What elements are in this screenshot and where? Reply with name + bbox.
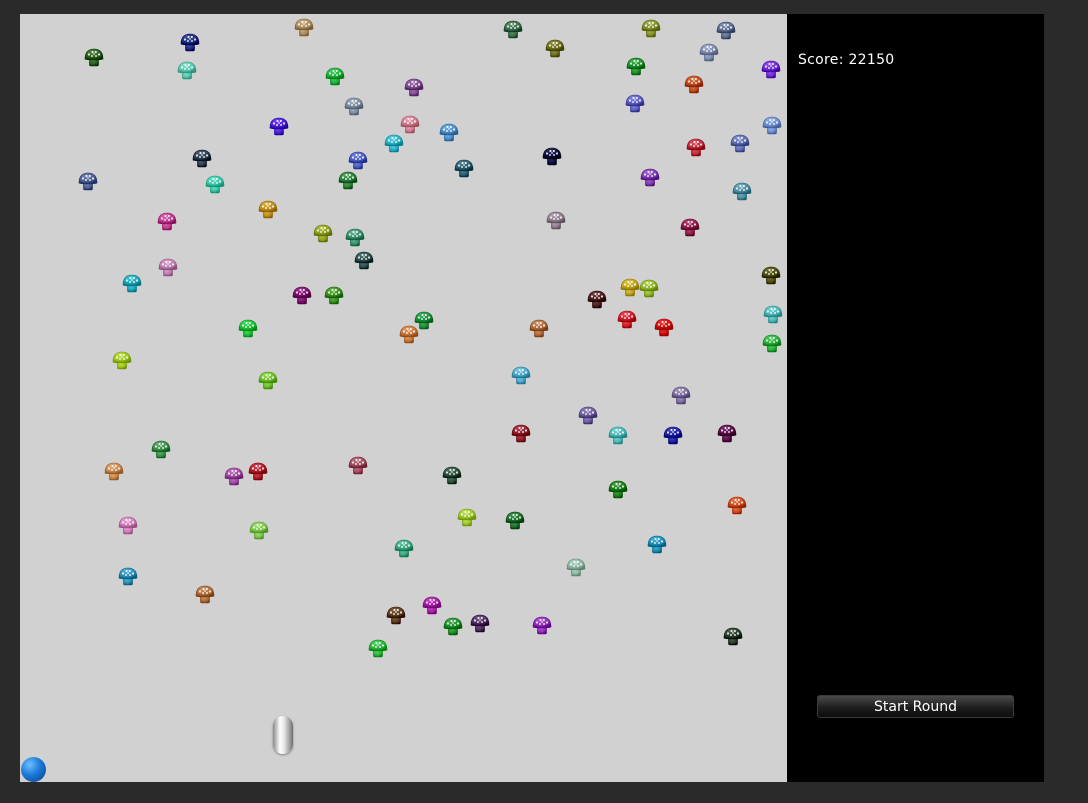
mushroom-icon: [532, 616, 552, 636]
mushroom-icon: [386, 606, 406, 626]
mushroom-icon: [292, 286, 312, 306]
mushroom-icon: [762, 334, 782, 354]
mushroom-icon: [684, 75, 704, 95]
mushroom-icon: [640, 168, 660, 188]
mushroom-icon: [439, 123, 459, 143]
mushroom-icon: [639, 279, 659, 299]
mushroom-icon: [324, 286, 344, 306]
mushroom-icon: [529, 319, 549, 339]
mushroom-icon: [404, 78, 424, 98]
mushroom-icon: [157, 212, 177, 232]
mushroom-icon: [686, 138, 706, 158]
mushroom-icon: [258, 371, 278, 391]
mushroom-icon: [400, 115, 420, 135]
mushroom-icon: [249, 521, 269, 541]
mushroom-icon: [205, 175, 225, 195]
mushroom-icon: [717, 424, 737, 444]
mushroom-icon: [384, 134, 404, 154]
mushroom-icon: [442, 466, 462, 486]
mushroom-icon: [608, 426, 628, 446]
mushroom-icon: [663, 426, 683, 446]
mushroom-icon: [654, 318, 674, 338]
mushroom-icon: [269, 117, 289, 137]
mushroom-icon: [258, 200, 278, 220]
mushroom-icon: [158, 258, 178, 278]
mushroom-icon: [238, 319, 258, 339]
mushroom-icon: [454, 159, 474, 179]
mushroom-icon: [180, 33, 200, 53]
mushroom-icon: [620, 278, 640, 298]
mushroom-icon: [348, 151, 368, 171]
mushroom-icon: [762, 116, 782, 136]
mushroom-icon: [511, 424, 531, 444]
mushroom-icon: [723, 627, 743, 647]
mushroom-icon: [177, 61, 197, 81]
mushroom-icon: [470, 614, 490, 634]
mushroom-icon: [443, 617, 463, 637]
mushroom-icon: [587, 290, 607, 310]
mushroom-icon: [118, 516, 138, 536]
mushroom-icon: [399, 325, 419, 345]
mushroom-icon: [546, 211, 566, 231]
start-round-button[interactable]: Start Round: [817, 695, 1014, 718]
mushroom-icon: [122, 274, 142, 294]
mushroom-icon: [345, 228, 365, 248]
mushroom-icon: [732, 182, 752, 202]
mushroom-icon: [118, 567, 138, 587]
life-ball-icon: [21, 757, 46, 782]
mushroom-icon: [457, 508, 477, 528]
mushroom-icon: [313, 224, 333, 244]
mushroom-icon: [626, 57, 646, 77]
mushroom-icon: [617, 310, 637, 330]
mushroom-icon: [151, 440, 171, 460]
mushroom-icon: [505, 511, 525, 531]
mushroom-icon: [354, 251, 374, 271]
mushroom-icon: [195, 585, 215, 605]
mushroom-icon: [625, 94, 645, 114]
player-shooter[interactable]: [273, 716, 293, 754]
mushroom-icon: [344, 97, 364, 117]
mushroom-icon: [608, 480, 628, 500]
mushroom-icon: [578, 406, 598, 426]
side-panel: Score: 22150 Start Round: [787, 14, 1044, 782]
playfield[interactable]: [20, 14, 787, 782]
mushroom-icon: [716, 21, 736, 41]
mushroom-icon: [763, 305, 783, 325]
mushroom-icon: [761, 266, 781, 286]
mushroom-icon: [325, 67, 345, 87]
mushroom-icon: [699, 43, 719, 63]
mushroom-icon: [761, 60, 781, 80]
mushroom-icon: [503, 20, 523, 40]
mushroom-icon: [647, 535, 667, 555]
mushroom-icon: [248, 462, 268, 482]
mushroom-icon: [224, 467, 244, 487]
mushroom-icon: [104, 462, 124, 482]
mushroom-icon: [511, 366, 531, 386]
mushroom-icon: [566, 558, 586, 578]
mushroom-icon: [727, 496, 747, 516]
mushroom-icon: [348, 456, 368, 476]
mushroom-icon: [545, 39, 565, 59]
mushroom-icon: [338, 171, 358, 191]
mushroom-icon: [394, 539, 414, 559]
mushroom-icon: [112, 351, 132, 371]
mushroom-icon: [641, 19, 661, 39]
mushroom-icon: [368, 639, 388, 659]
mushroom-icon: [84, 48, 104, 68]
mushroom-icon: [78, 172, 98, 192]
mushroom-icon: [730, 134, 750, 154]
mushroom-icon: [192, 149, 212, 169]
mushroom-icon: [422, 596, 442, 616]
mushroom-icon: [671, 386, 691, 406]
mushroom-icon: [680, 218, 700, 238]
mushroom-icon: [542, 147, 562, 167]
mushroom-icon: [294, 18, 314, 38]
score-display: Score: 22150: [798, 52, 895, 68]
